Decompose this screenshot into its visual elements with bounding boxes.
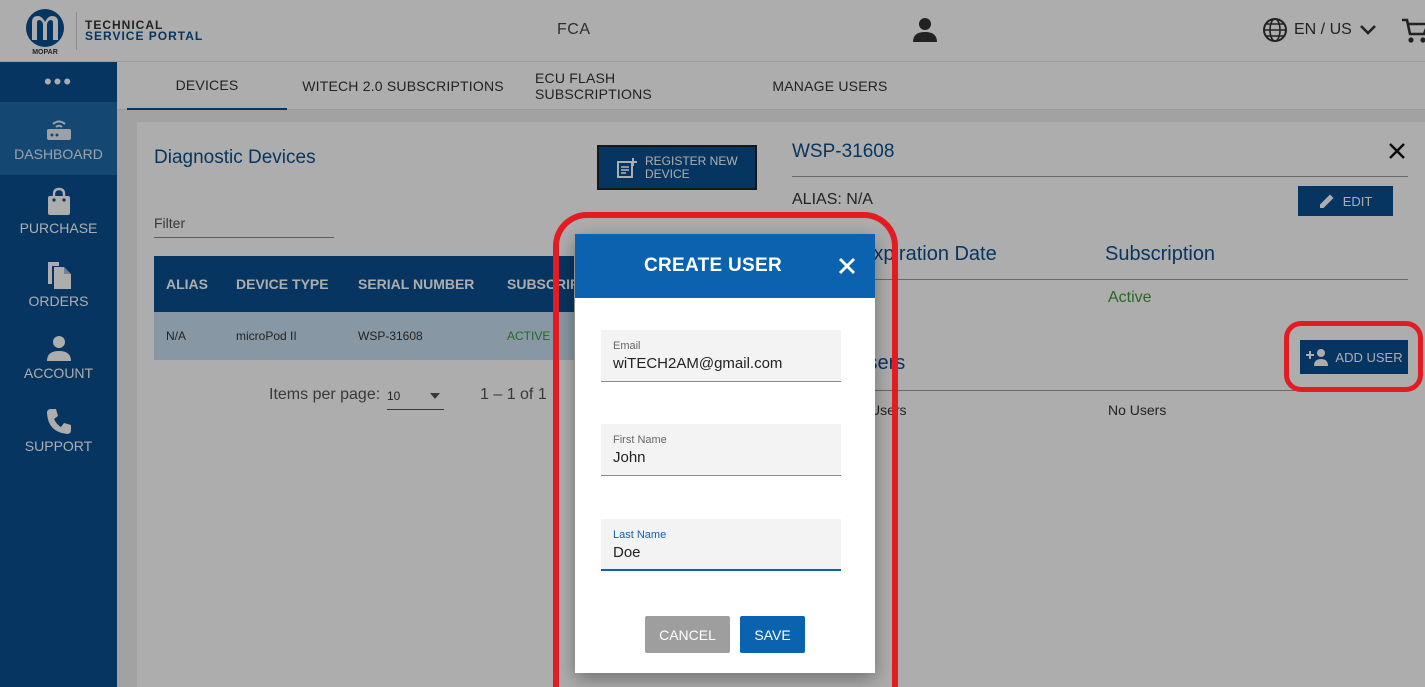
highlight-ring-add-user: [1284, 321, 1423, 392]
highlight-ring-dialog: [553, 212, 898, 687]
